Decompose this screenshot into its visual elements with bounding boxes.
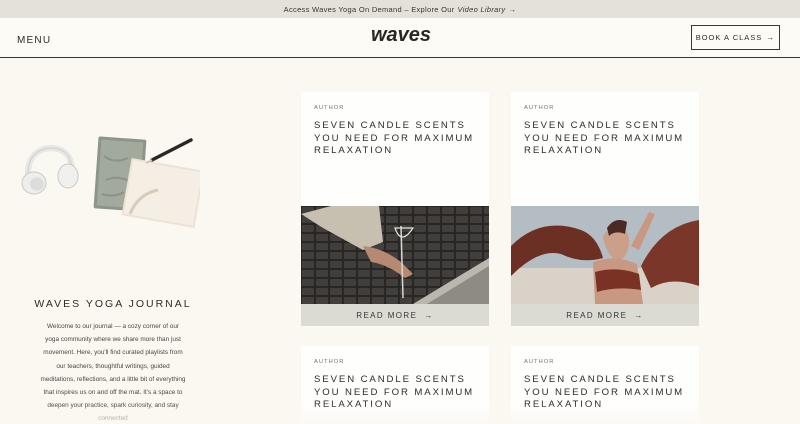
post-author: AUTHOR — [314, 105, 345, 111]
pen-icon — [145, 138, 193, 164]
book-class-label: BOOK A CLASS — [695, 33, 763, 42]
post-author: AUTHOR — [524, 359, 555, 365]
post-image-woman-fabric[interactable] — [511, 206, 699, 304]
site-header: MENU waves BOOK A CLASS → — [0, 18, 800, 58]
post-author: AUTHOR — [314, 359, 345, 365]
post-author: AUTHOR — [524, 105, 555, 111]
arrow-right-icon: → — [508, 4, 517, 14]
menu-button[interactable]: MENU — [17, 35, 51, 46]
read-more-button[interactable]: READ MORE → — [511, 304, 699, 326]
logo-wordmark: waves — [371, 24, 431, 46]
arrow-right-icon: → — [424, 310, 434, 320]
post-card[interactable]: AUTHOR SEVEN CANDLE SCENTS YOU NEED FOR … — [511, 92, 699, 326]
post-image-hand-glass[interactable] — [301, 206, 489, 304]
open-book-icon — [121, 158, 205, 228]
video-library-link[interactable]: Video Library — [458, 5, 506, 14]
book-class-button[interactable]: BOOK A CLASS → — [691, 25, 780, 50]
post-card[interactable]: AUTHOR SEVEN CANDLE SCENTS YOU NEED FOR … — [301, 92, 489, 326]
post-title[interactable]: SEVEN CANDLE SCENTS YOU NEED FOR MAXIMUM… — [314, 120, 482, 158]
bottom-fade — [0, 404, 800, 424]
announcement-text: Access Waves Yoga On Demand – Explore Ou… — [283, 4, 455, 14]
waves-logo[interactable]: waves — [361, 24, 441, 46]
headphones-icon — [21, 144, 79, 195]
post-title[interactable]: SEVEN CANDLE SCENTS YOU NEED FOR MAXIMUM… — [524, 120, 692, 158]
journal-title: WAVES YOGA JOURNAL — [34, 298, 192, 310]
read-more-label: READ MORE — [356, 310, 418, 320]
arrow-right-icon: → — [634, 310, 644, 320]
announcement-bar: Access Waves Yoga On Demand – Explore Ou… — [0, 0, 800, 18]
read-more-label: READ MORE — [566, 310, 628, 320]
arrow-right-icon: → — [766, 33, 776, 42]
read-more-button[interactable]: READ MORE → — [301, 304, 489, 326]
journal-illustration — [20, 128, 205, 228]
